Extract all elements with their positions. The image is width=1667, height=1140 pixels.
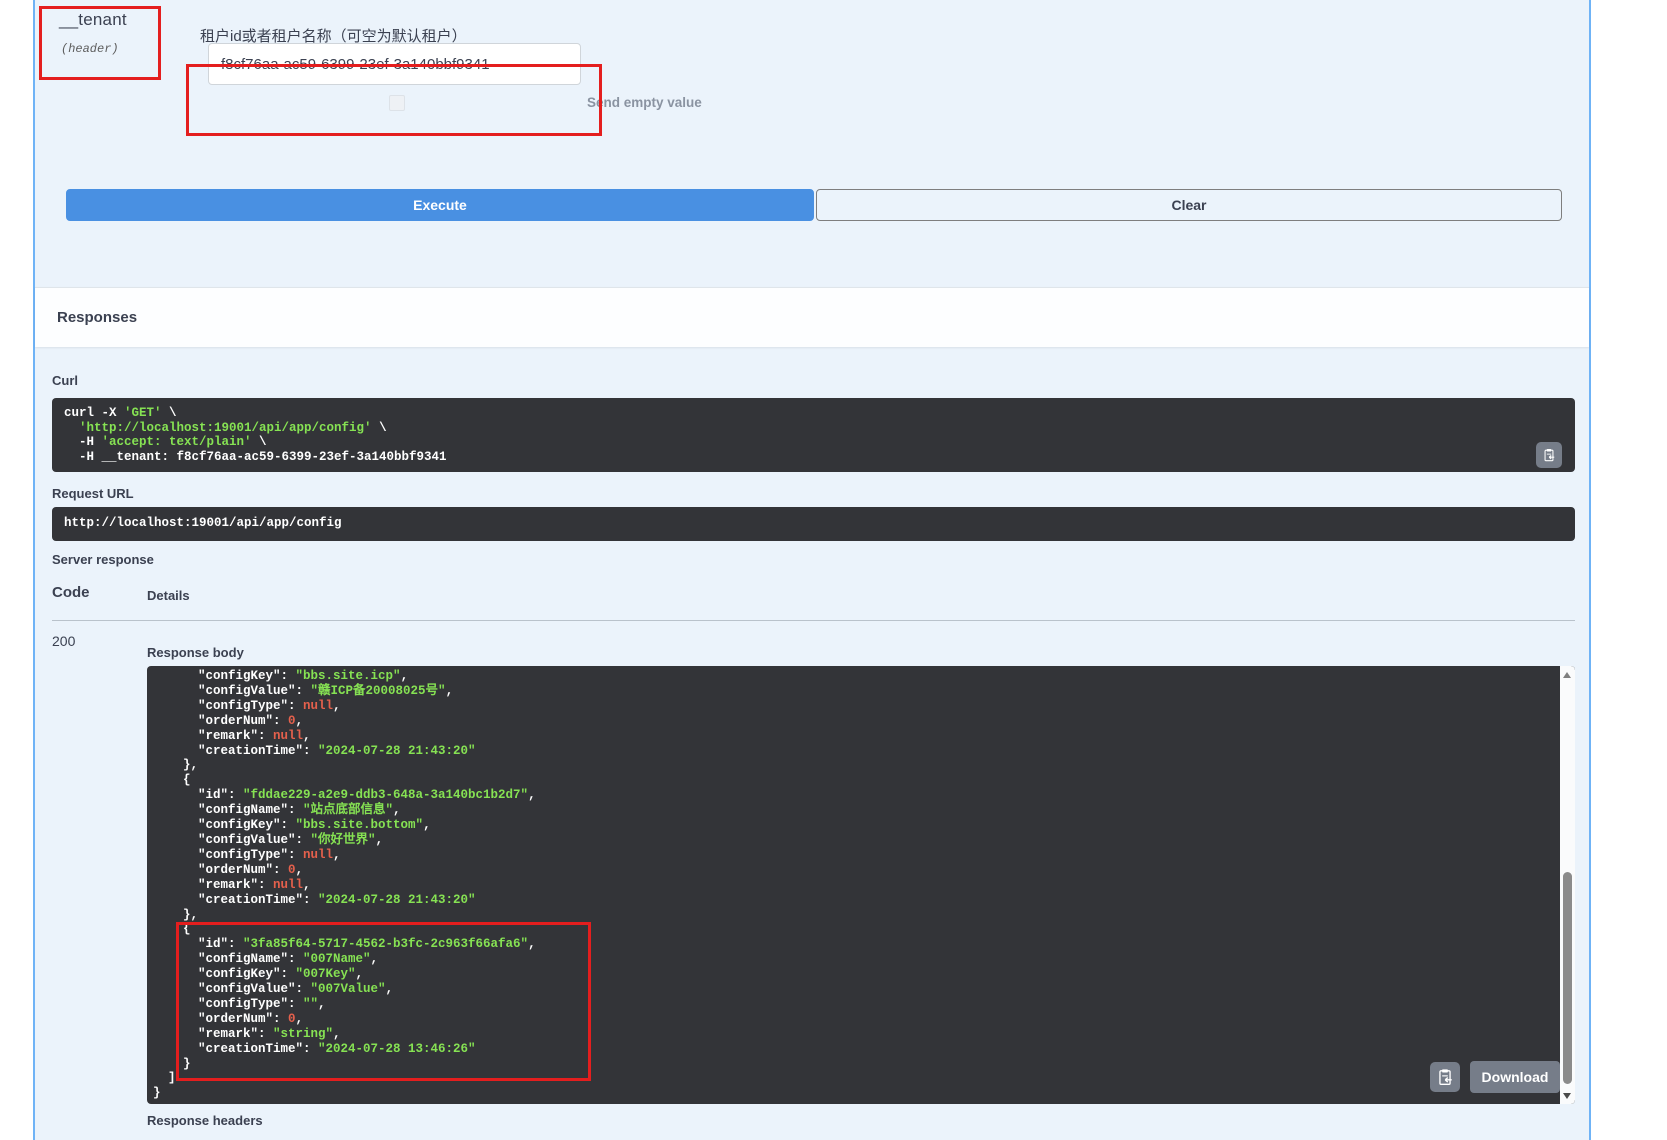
response-headers-label: Response headers — [147, 1113, 263, 1128]
swagger-operation-page: __tenant (header) 租户id或者租户名称（可空为默认租户） Se… — [0, 0, 1667, 1140]
tenant-input[interactable] — [208, 43, 581, 85]
execute-button[interactable]: Execute — [66, 189, 814, 221]
scrollbar-thumb[interactable] — [1563, 872, 1572, 1084]
opblock-get: __tenant (header) 租户id或者租户名称（可空为默认租户） Se… — [33, 0, 1591, 1140]
send-empty-value-label: Send empty value — [587, 95, 702, 110]
parameter-name: __tenant — [59, 10, 127, 30]
responses-title: Responses — [57, 309, 137, 326]
copy-icon — [1542, 447, 1556, 463]
table-divider — [52, 620, 1575, 621]
server-response-label: Server response — [52, 552, 154, 567]
curl-command-block: curl -X 'GET' \ 'http://localhost:19001/… — [52, 398, 1575, 472]
copy-response-button[interactable] — [1430, 1062, 1460, 1092]
scroll-up-icon[interactable] — [1563, 672, 1571, 678]
response-json: "configKey": "bbs.site.icp", "configValu… — [153, 669, 1575, 1101]
scroll-down-icon[interactable] — [1563, 1093, 1571, 1099]
send-empty-value-checkbox[interactable] — [389, 95, 405, 111]
responses-body: Curl curl -X 'GET' \ 'http://localhost:1… — [35, 346, 1589, 1140]
curl-label: Curl — [52, 373, 78, 388]
response-body-label: Response body — [147, 645, 244, 660]
request-url-block: http://localhost:19001/api/app/config — [52, 507, 1575, 541]
parameter-location: (header) — [61, 42, 119, 56]
details-column-header: Details — [147, 588, 190, 603]
responses-section-header: Responses — [35, 287, 1589, 347]
response-body-block: "configKey": "bbs.site.icp", "configValu… — [147, 666, 1575, 1104]
request-url-label: Request URL — [52, 486, 134, 501]
code-column-header: Code — [52, 584, 90, 601]
response-scrollbar[interactable] — [1560, 666, 1575, 1104]
download-button[interactable]: Download — [1470, 1061, 1560, 1093]
clear-button[interactable]: Clear — [816, 189, 1562, 221]
status-code: 200 — [52, 633, 75, 649]
copy-curl-button[interactable] — [1536, 442, 1562, 468]
copy-icon — [1436, 1068, 1454, 1086]
